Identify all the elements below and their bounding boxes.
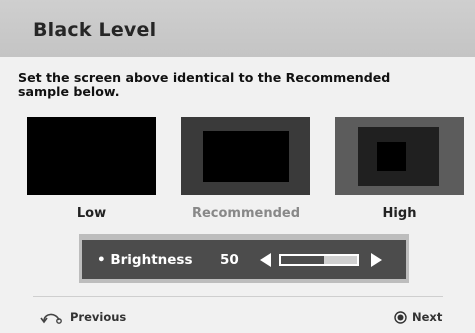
circle-button-icon: [394, 310, 407, 324]
return-arrow-icon: [40, 313, 62, 324]
sample-high-mid: [358, 127, 439, 186]
brightness-control-panel: • Brightness 50: [82, 240, 406, 279]
footer-divider: [33, 296, 443, 297]
brightness-label-text: Brightness: [110, 252, 193, 268]
sample-recommended-inner: [203, 131, 289, 182]
previous-label: Previous: [70, 310, 127, 324]
brightness-value: 50: [220, 252, 239, 268]
instruction-text: Set the screen above identical to the Re…: [18, 71, 438, 99]
brightness-label: • Brightness: [97, 252, 192, 268]
sample-label-low: Low: [76, 206, 107, 221]
instruction-line-2: sample below.: [18, 84, 120, 99]
right-arrow-icon[interactable]: [371, 253, 382, 267]
instruction-line-1: Set the screen above identical to the Re…: [18, 70, 391, 85]
page-title: Black Level: [33, 19, 157, 41]
sample-high: [335, 117, 464, 195]
sample-recommended: [181, 117, 310, 195]
brightness-control[interactable]: • Brightness 50: [79, 234, 409, 283]
sample-high-inner: [377, 142, 406, 171]
bullet-marker: •: [97, 252, 106, 268]
slider-fill: [281, 256, 324, 264]
left-arrow-icon[interactable]: [260, 253, 271, 267]
black-level-screen: Black Level Set the screen above identic…: [0, 0, 475, 333]
slider-track: [323, 256, 357, 264]
next-button[interactable]: Next: [394, 310, 442, 324]
sample-low: [27, 117, 156, 195]
next-label: Next: [412, 310, 443, 324]
previous-button[interactable]: Previous: [40, 310, 126, 324]
sample-label-high: High: [382, 206, 417, 221]
sample-label-recommended: Recommended: [191, 206, 301, 221]
header-bar: Black Level: [0, 0, 475, 57]
brightness-slider[interactable]: [279, 254, 359, 266]
